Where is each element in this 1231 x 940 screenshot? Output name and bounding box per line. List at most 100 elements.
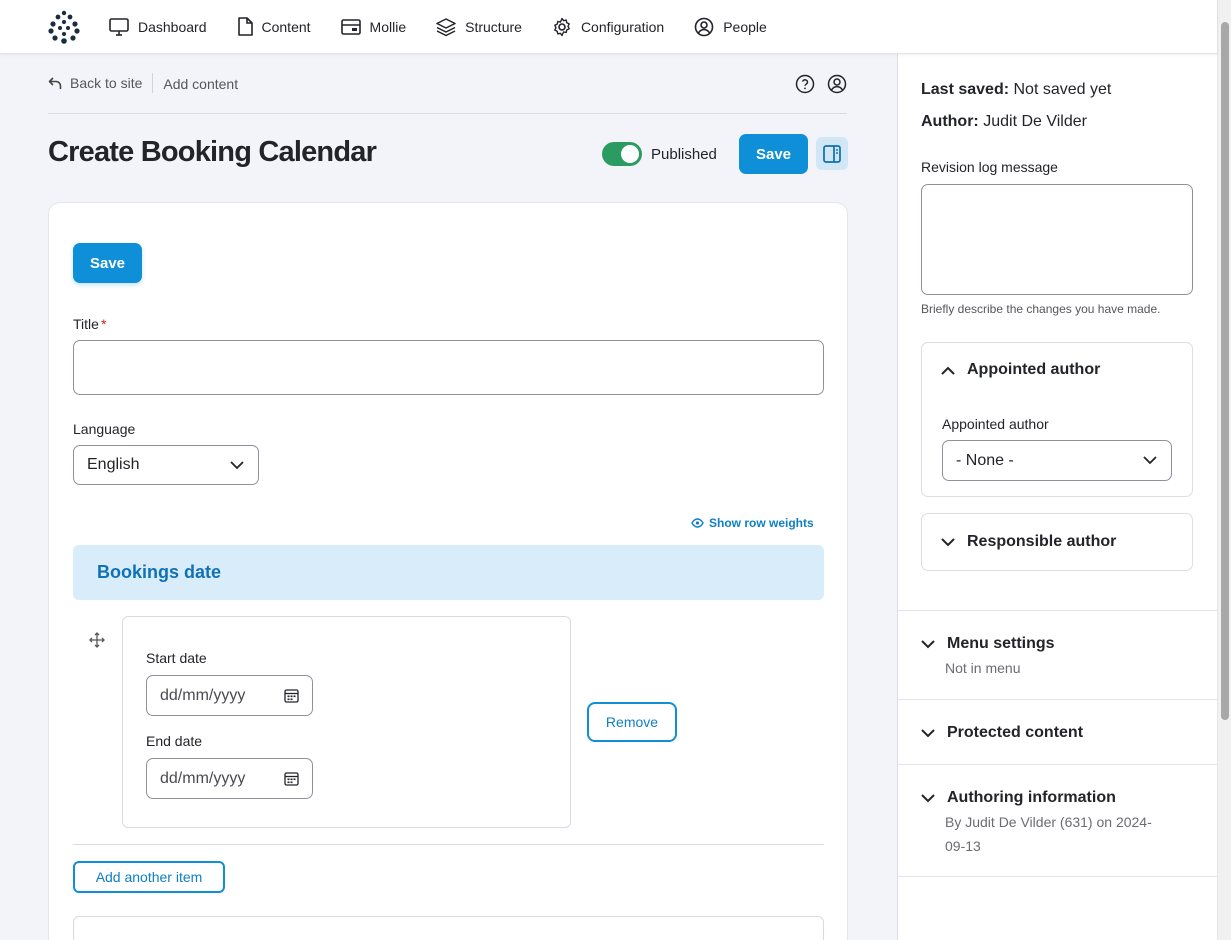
- menu-settings-toggle[interactable]: Menu settings: [921, 635, 1055, 653]
- appointed-author-toggle[interactable]: Appointed author: [941, 361, 1100, 379]
- responsible-author-heading: Responsible author: [967, 533, 1117, 550]
- published-toggle[interactable]: [602, 142, 642, 166]
- appointed-author-select[interactable]: - None -: [942, 440, 1172, 481]
- calendar-icon[interactable]: [284, 771, 299, 786]
- bookings-date-heading: Bookings date: [73, 545, 824, 600]
- menu-settings-summary: Not in menu: [945, 660, 1021, 676]
- revision-log-help: Briefly describe the changes you have ma…: [921, 302, 1161, 316]
- logo[interactable]: [47, 10, 81, 44]
- nav-structure[interactable]: Structure: [436, 17, 522, 37]
- required-mark: *: [100, 316, 107, 332]
- nav-mollie-label: Mollie: [369, 18, 407, 35]
- layers-icon: [436, 17, 456, 36]
- date-range-item: Start date dd/mm/yyyy End date dd/mm/yyy…: [122, 616, 571, 828]
- breadcrumb-current: Add content: [163, 76, 239, 92]
- drop-logo-icon: [48, 10, 80, 44]
- end-date-label: End date: [146, 733, 203, 749]
- file-icon: [237, 17, 253, 36]
- breadcrumb-actions: [795, 74, 847, 94]
- meta-sidebar: Last saved: Not saved yet Author: Judit …: [897, 54, 1218, 940]
- main-content: Back to site Add content Create Booking …: [0, 54, 897, 940]
- sidebar-panel-icon: [823, 144, 841, 163]
- nav-people-label: People: [723, 18, 767, 35]
- authoring-information-heading: Authoring information: [947, 789, 1116, 806]
- language-label: Language: [73, 421, 136, 437]
- back-to-site-link[interactable]: Back to site: [48, 71, 142, 91]
- back-arrow-icon: [48, 77, 62, 89]
- field-divider: [73, 844, 824, 845]
- last-saved-value: Not saved yet: [1013, 81, 1112, 98]
- monitor-icon: [109, 17, 129, 36]
- authoring-information-summary: By Judit De Vilder (631) on 2024- 09-13: [945, 810, 1152, 858]
- add-another-item-button[interactable]: Add another item: [73, 861, 225, 893]
- authoring-summary-line-1: By Judit De Vilder (631) on 2024-: [945, 814, 1152, 830]
- nav-configuration-label: Configuration: [580, 18, 665, 35]
- move-arrows-icon: [89, 632, 105, 648]
- appointed-author-value: - None -: [956, 451, 1014, 469]
- start-date-placeholder: dd/mm/yyyy: [160, 686, 246, 704]
- show-row-weights-label: Show row weights: [709, 516, 814, 530]
- menu-settings-section: Menu settings Not in menu: [898, 610, 1218, 699]
- nav-dashboard[interactable]: Dashboard: [109, 17, 207, 36]
- language-select-value: English: [87, 456, 140, 473]
- responsible-author-toggle[interactable]: Responsible author: [941, 533, 1116, 551]
- breadcrumb: Back to site Add content: [48, 71, 847, 114]
- menu-settings-heading: Menu settings: [947, 635, 1055, 652]
- nav-people[interactable]: People: [694, 17, 767, 37]
- protected-content-heading: Protected content: [947, 724, 1084, 741]
- last-saved-label: Last saved:: [921, 81, 1010, 98]
- chevron-down-icon: [921, 639, 935, 648]
- sidebar-toggle-button[interactable]: [816, 137, 848, 170]
- start-date-label: Start date: [146, 650, 207, 666]
- author-info: Author: Judit De Vilder: [921, 113, 1087, 131]
- nav-structure-label: Structure: [465, 18, 522, 35]
- appointed-author-panel: Appointed author Appointed author - None…: [921, 342, 1193, 497]
- last-saved: Last saved: Not saved yet: [921, 81, 1111, 99]
- chevron-down-icon: [230, 460, 244, 469]
- show-row-weights-link[interactable]: Show row weights: [691, 516, 814, 530]
- nav-dashboard-label: Dashboard: [138, 18, 207, 35]
- authoring-information-section: Authoring information By Judit De Vilder…: [898, 764, 1218, 877]
- start-date-input[interactable]: dd/mm/yyyy: [146, 675, 313, 716]
- appointed-author-field-label: Appointed author: [942, 416, 1049, 432]
- responsible-author-panel: Responsible author: [921, 513, 1193, 571]
- end-date-input[interactable]: dd/mm/yyyy: [146, 758, 313, 799]
- revision-log-textarea[interactable]: [921, 184, 1193, 295]
- chevron-down-icon: [921, 728, 935, 737]
- title-input[interactable]: [73, 340, 824, 395]
- chevron-down-icon: [921, 793, 935, 802]
- drag-handle[interactable]: [89, 632, 105, 653]
- chevron-down-icon: [941, 537, 955, 546]
- page-scrollbar[interactable]: [1217, 0, 1231, 940]
- back-to-site-label: Back to site: [70, 75, 143, 91]
- save-button[interactable]: Save: [73, 243, 142, 283]
- nav-configuration[interactable]: Configuration: [552, 17, 664, 37]
- language-select[interactable]: English: [73, 445, 259, 485]
- user-account-icon[interactable]: [827, 74, 847, 94]
- eye-icon: [691, 518, 704, 528]
- authoring-summary-line-2: 09-13: [945, 838, 981, 854]
- authoring-information-toggle[interactable]: Authoring information: [921, 789, 1116, 807]
- protected-content-section: Protected content: [898, 699, 1218, 764]
- node-form-card: Save Title * Language English Show row we…: [48, 202, 848, 940]
- nav-content-label: Content: [261, 18, 311, 35]
- protected-content-toggle[interactable]: Protected content: [921, 724, 1083, 742]
- breadcrumb-divider: [152, 73, 154, 93]
- remove-button[interactable]: Remove: [587, 702, 677, 742]
- published-label: Published: [651, 146, 717, 163]
- author-value: Judit De Vilder: [983, 113, 1087, 130]
- nav-mollie[interactable]: Mollie: [340, 18, 407, 35]
- save-button-header[interactable]: Save: [739, 134, 808, 174]
- help-icon[interactable]: [795, 74, 815, 94]
- revision-log-label: Revision log message: [921, 159, 1058, 175]
- chevron-up-icon: [941, 366, 955, 375]
- calendar-icon[interactable]: [284, 688, 299, 703]
- top-navbar: Dashboard Content Mollie Structure Confi…: [0, 0, 1217, 54]
- scrollbar-thumb[interactable]: [1221, 22, 1229, 720]
- chevron-down-icon: [1143, 456, 1157, 465]
- user-circle-icon: [694, 17, 714, 36]
- title-label-text: Title: [73, 316, 99, 332]
- nav-content[interactable]: Content: [237, 17, 311, 36]
- credit-card-icon: [340, 18, 361, 35]
- end-date-placeholder: dd/mm/yyyy: [160, 769, 246, 787]
